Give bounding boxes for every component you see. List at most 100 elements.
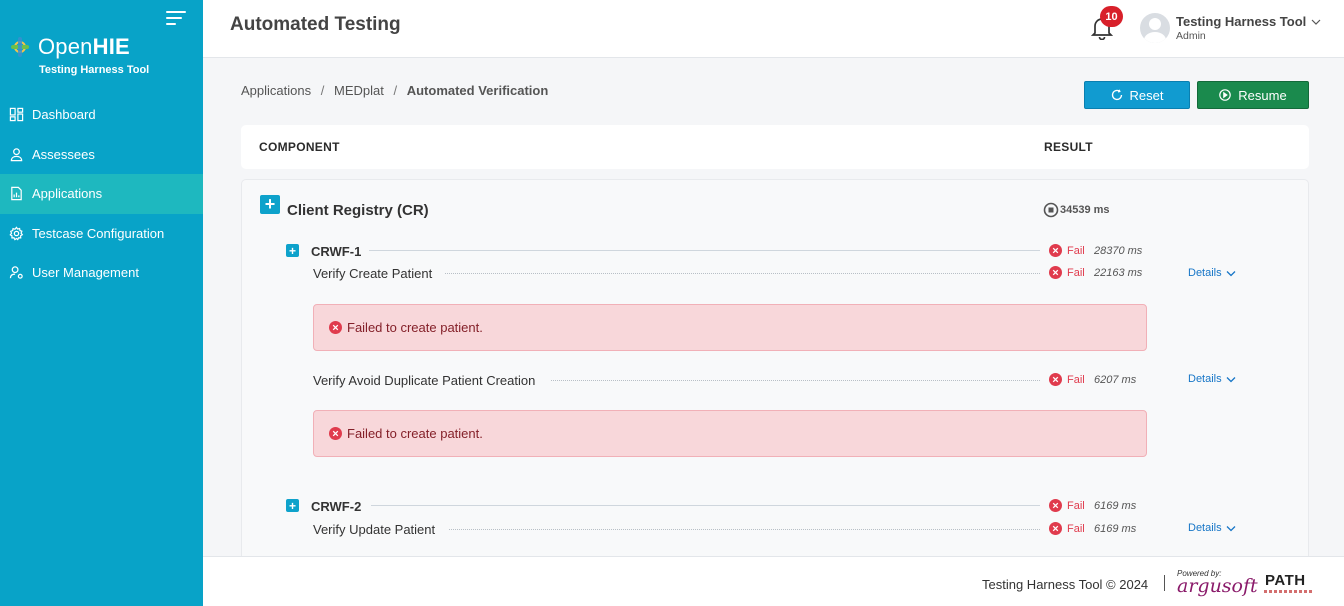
testcase-leader xyxy=(551,380,1040,381)
details-label: Details xyxy=(1188,267,1222,279)
sidebar-item-label: Applications xyxy=(32,186,103,202)
copyright-text: Testing Harness Tool © 2024 xyxy=(982,577,1149,592)
openhie-logo-icon xyxy=(11,37,29,57)
workflow-duration: 28370 ms xyxy=(1094,245,1143,257)
stop-circle-icon xyxy=(1043,202,1059,218)
error-alert: Failed to create patient. xyxy=(313,304,1147,351)
footer-divider xyxy=(1164,575,1165,591)
error-alert: Failed to create patient. xyxy=(313,410,1147,457)
column-header-component: COMPONENT xyxy=(259,140,340,154)
resume-button[interactable]: Resume xyxy=(1197,81,1309,109)
sidebar-item-user-management[interactable]: User Management xyxy=(0,253,203,293)
sidebar-item-label: Testcase Configuration xyxy=(32,225,165,241)
top-header: Automated Testing 10 Testing Harness Too… xyxy=(203,0,1344,58)
reset-button[interactable]: Reset xyxy=(1084,81,1190,109)
fail-icon xyxy=(1049,266,1062,279)
reset-button-label: Reset xyxy=(1129,87,1164,103)
menu-toggle-icon[interactable] xyxy=(166,11,186,25)
workflow-status: Fail xyxy=(1049,499,1085,512)
workflow-divider xyxy=(371,505,1040,506)
play-circle-icon xyxy=(1219,89,1232,101)
testcase-leader xyxy=(445,273,1040,274)
workflow-duration: 6169 ms xyxy=(1094,500,1137,512)
sidebar-item-label: Assessees xyxy=(32,146,95,162)
testcase-status: Fail xyxy=(1049,522,1085,535)
path-logo: PATH xyxy=(1265,572,1306,589)
notification-badge: 10 xyxy=(1100,6,1123,27)
user-icon xyxy=(10,148,23,161)
testcase-duration: 22163 ms xyxy=(1094,267,1143,279)
testcase-duration: 6169 ms xyxy=(1094,523,1137,535)
dashboard-icon xyxy=(9,108,24,122)
breadcrumb-item-medplat[interactable]: MEDplat xyxy=(334,83,384,98)
component-title: Client Registry (CR) xyxy=(287,202,429,219)
testcase-status: Fail xyxy=(1049,266,1085,279)
testcase-title: Verify Create Patient xyxy=(313,266,433,281)
sidebar-item-testcase-configuration[interactable]: Testcase Configuration xyxy=(0,214,203,254)
workflow-title: CRWF-1 xyxy=(311,244,362,259)
brand-name: OpenHIE xyxy=(38,34,130,59)
fail-icon xyxy=(1049,373,1062,386)
testcase-status-label: Fail xyxy=(1067,522,1085,535)
expand-component-button[interactable]: + xyxy=(260,194,280,214)
testcase-status-label: Fail xyxy=(1067,373,1085,386)
error-message: Failed to create patient. xyxy=(347,426,483,441)
user-cog-icon xyxy=(9,266,23,279)
workflow-status-label: Fail xyxy=(1067,244,1085,257)
details-toggle[interactable]: Details xyxy=(1188,522,1236,534)
workflow-divider xyxy=(369,250,1040,251)
user-menu[interactable]: Testing Harness Tool Admin xyxy=(1140,13,1321,43)
testcase-leader xyxy=(449,529,1040,530)
brand-subtitle: Testing Harness Tool xyxy=(39,64,150,76)
breadcrumb-separator: / xyxy=(393,83,398,98)
component-duration: 34539 ms xyxy=(1043,202,1110,218)
chevron-down-icon xyxy=(1311,19,1321,25)
chevron-down-icon xyxy=(1226,525,1236,531)
workflow-status-label: Fail xyxy=(1067,499,1085,512)
testcase-title: Verify Avoid Duplicate Patient Creation xyxy=(313,373,536,388)
fail-icon xyxy=(1049,522,1062,535)
details-toggle[interactable]: Details xyxy=(1188,373,1236,385)
sidebar-item-applications[interactable]: Applications xyxy=(0,174,203,214)
brand-logo: OpenHIE Testing Harness Tool xyxy=(10,34,149,76)
details-toggle[interactable]: Details xyxy=(1188,267,1236,279)
details-label: Details xyxy=(1188,373,1222,385)
sidebar-item-assessees[interactable]: Assessees xyxy=(0,135,203,175)
expand-workflow-button[interactable]: + xyxy=(286,499,299,513)
component-duration-value: 34539 ms xyxy=(1060,204,1110,216)
column-header-result: RESULT xyxy=(1044,140,1093,154)
resume-button-label: Resume xyxy=(1238,87,1287,103)
testcase-status: Fail xyxy=(1049,373,1085,386)
workflow-status: Fail xyxy=(1049,244,1085,257)
testcase-status-label: Fail xyxy=(1067,266,1085,279)
user-role: Admin xyxy=(1176,30,1206,42)
breadcrumb-item-applications[interactable]: Applications xyxy=(241,83,311,98)
path-logo-underline xyxy=(1264,590,1313,593)
footer: Testing Harness Tool © 2024 Powered by: … xyxy=(203,556,1344,606)
gear-icon xyxy=(9,226,24,241)
table-header: COMPONENT RESULT xyxy=(241,125,1309,169)
chevron-down-icon xyxy=(1226,270,1236,276)
sidebar-item-label: User Management xyxy=(32,265,139,281)
workflow-title: CRWF-2 xyxy=(311,499,362,514)
refresh-icon xyxy=(1111,89,1122,101)
error-message: Failed to create patient. xyxy=(347,320,483,335)
argusoft-logo: argusoft xyxy=(1177,575,1258,597)
sidebar-item-label: Dashboard xyxy=(32,107,96,123)
sidebar-item-dashboard[interactable]: Dashboard xyxy=(0,95,203,135)
user-name: Testing Harness Tool xyxy=(1176,14,1307,29)
error-icon xyxy=(329,427,342,440)
component-panel: + Client Registry (CR) 34539 ms + CRWF-1… xyxy=(241,179,1309,556)
expand-workflow-button[interactable]: + xyxy=(286,244,299,258)
avatar xyxy=(1140,13,1170,43)
testcase-duration: 6207 ms xyxy=(1094,374,1137,386)
error-icon xyxy=(329,321,342,334)
fail-icon xyxy=(1049,499,1062,512)
testcase-title: Verify Update Patient xyxy=(313,522,436,537)
fail-icon xyxy=(1049,244,1062,257)
document-icon xyxy=(11,187,22,201)
chevron-down-icon xyxy=(1226,376,1236,382)
details-label: Details xyxy=(1188,522,1222,534)
breadcrumb-current: Automated Verification xyxy=(406,83,549,98)
page-title: Automated Testing xyxy=(230,14,401,35)
